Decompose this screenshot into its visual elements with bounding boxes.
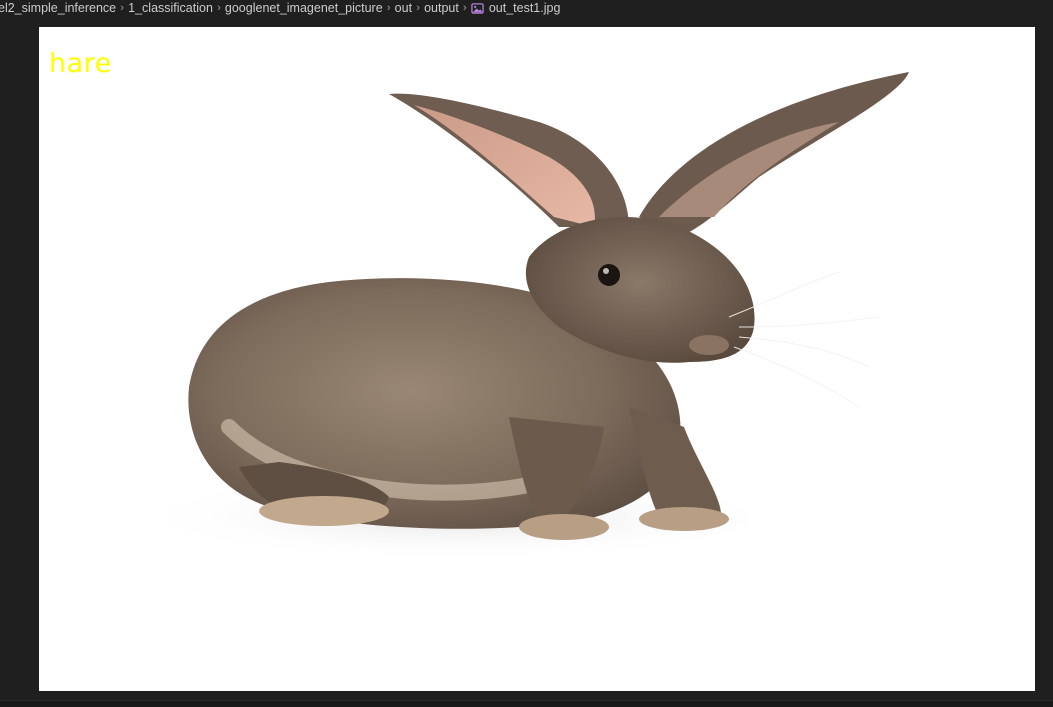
image-preview: hare xyxy=(39,27,1035,691)
classification-label: hare xyxy=(49,48,112,79)
chevron-right-icon: › xyxy=(120,2,124,14)
front-paw-left xyxy=(519,514,609,540)
image-file-icon xyxy=(471,2,484,14)
breadcrumb: el2_simple_inference › 1_classification … xyxy=(0,0,1053,16)
chevron-right-icon: › xyxy=(416,2,420,14)
eye xyxy=(598,264,620,286)
breadcrumb-item-folder-googlenet[interactable]: googlenet_imagenet_picture xyxy=(225,1,383,15)
chevron-right-icon: › xyxy=(217,2,221,14)
rabbit-photo xyxy=(129,72,909,562)
front-paw-right xyxy=(639,507,729,531)
chevron-right-icon: › xyxy=(386,2,391,14)
nose xyxy=(689,335,729,355)
hind-paw xyxy=(259,496,389,526)
breadcrumb-item-folder-inference[interactable]: el2_simple_inference xyxy=(0,1,116,15)
breadcrumb-item-folder-output[interactable]: output xyxy=(424,1,459,15)
chevron-right-icon: › xyxy=(462,2,467,14)
breadcrumb-item-folder-classification[interactable]: 1_classification xyxy=(128,1,213,15)
breadcrumb-item-folder-out[interactable]: out xyxy=(395,1,412,15)
breadcrumb-item-file[interactable]: out_test1.jpg xyxy=(489,1,561,15)
